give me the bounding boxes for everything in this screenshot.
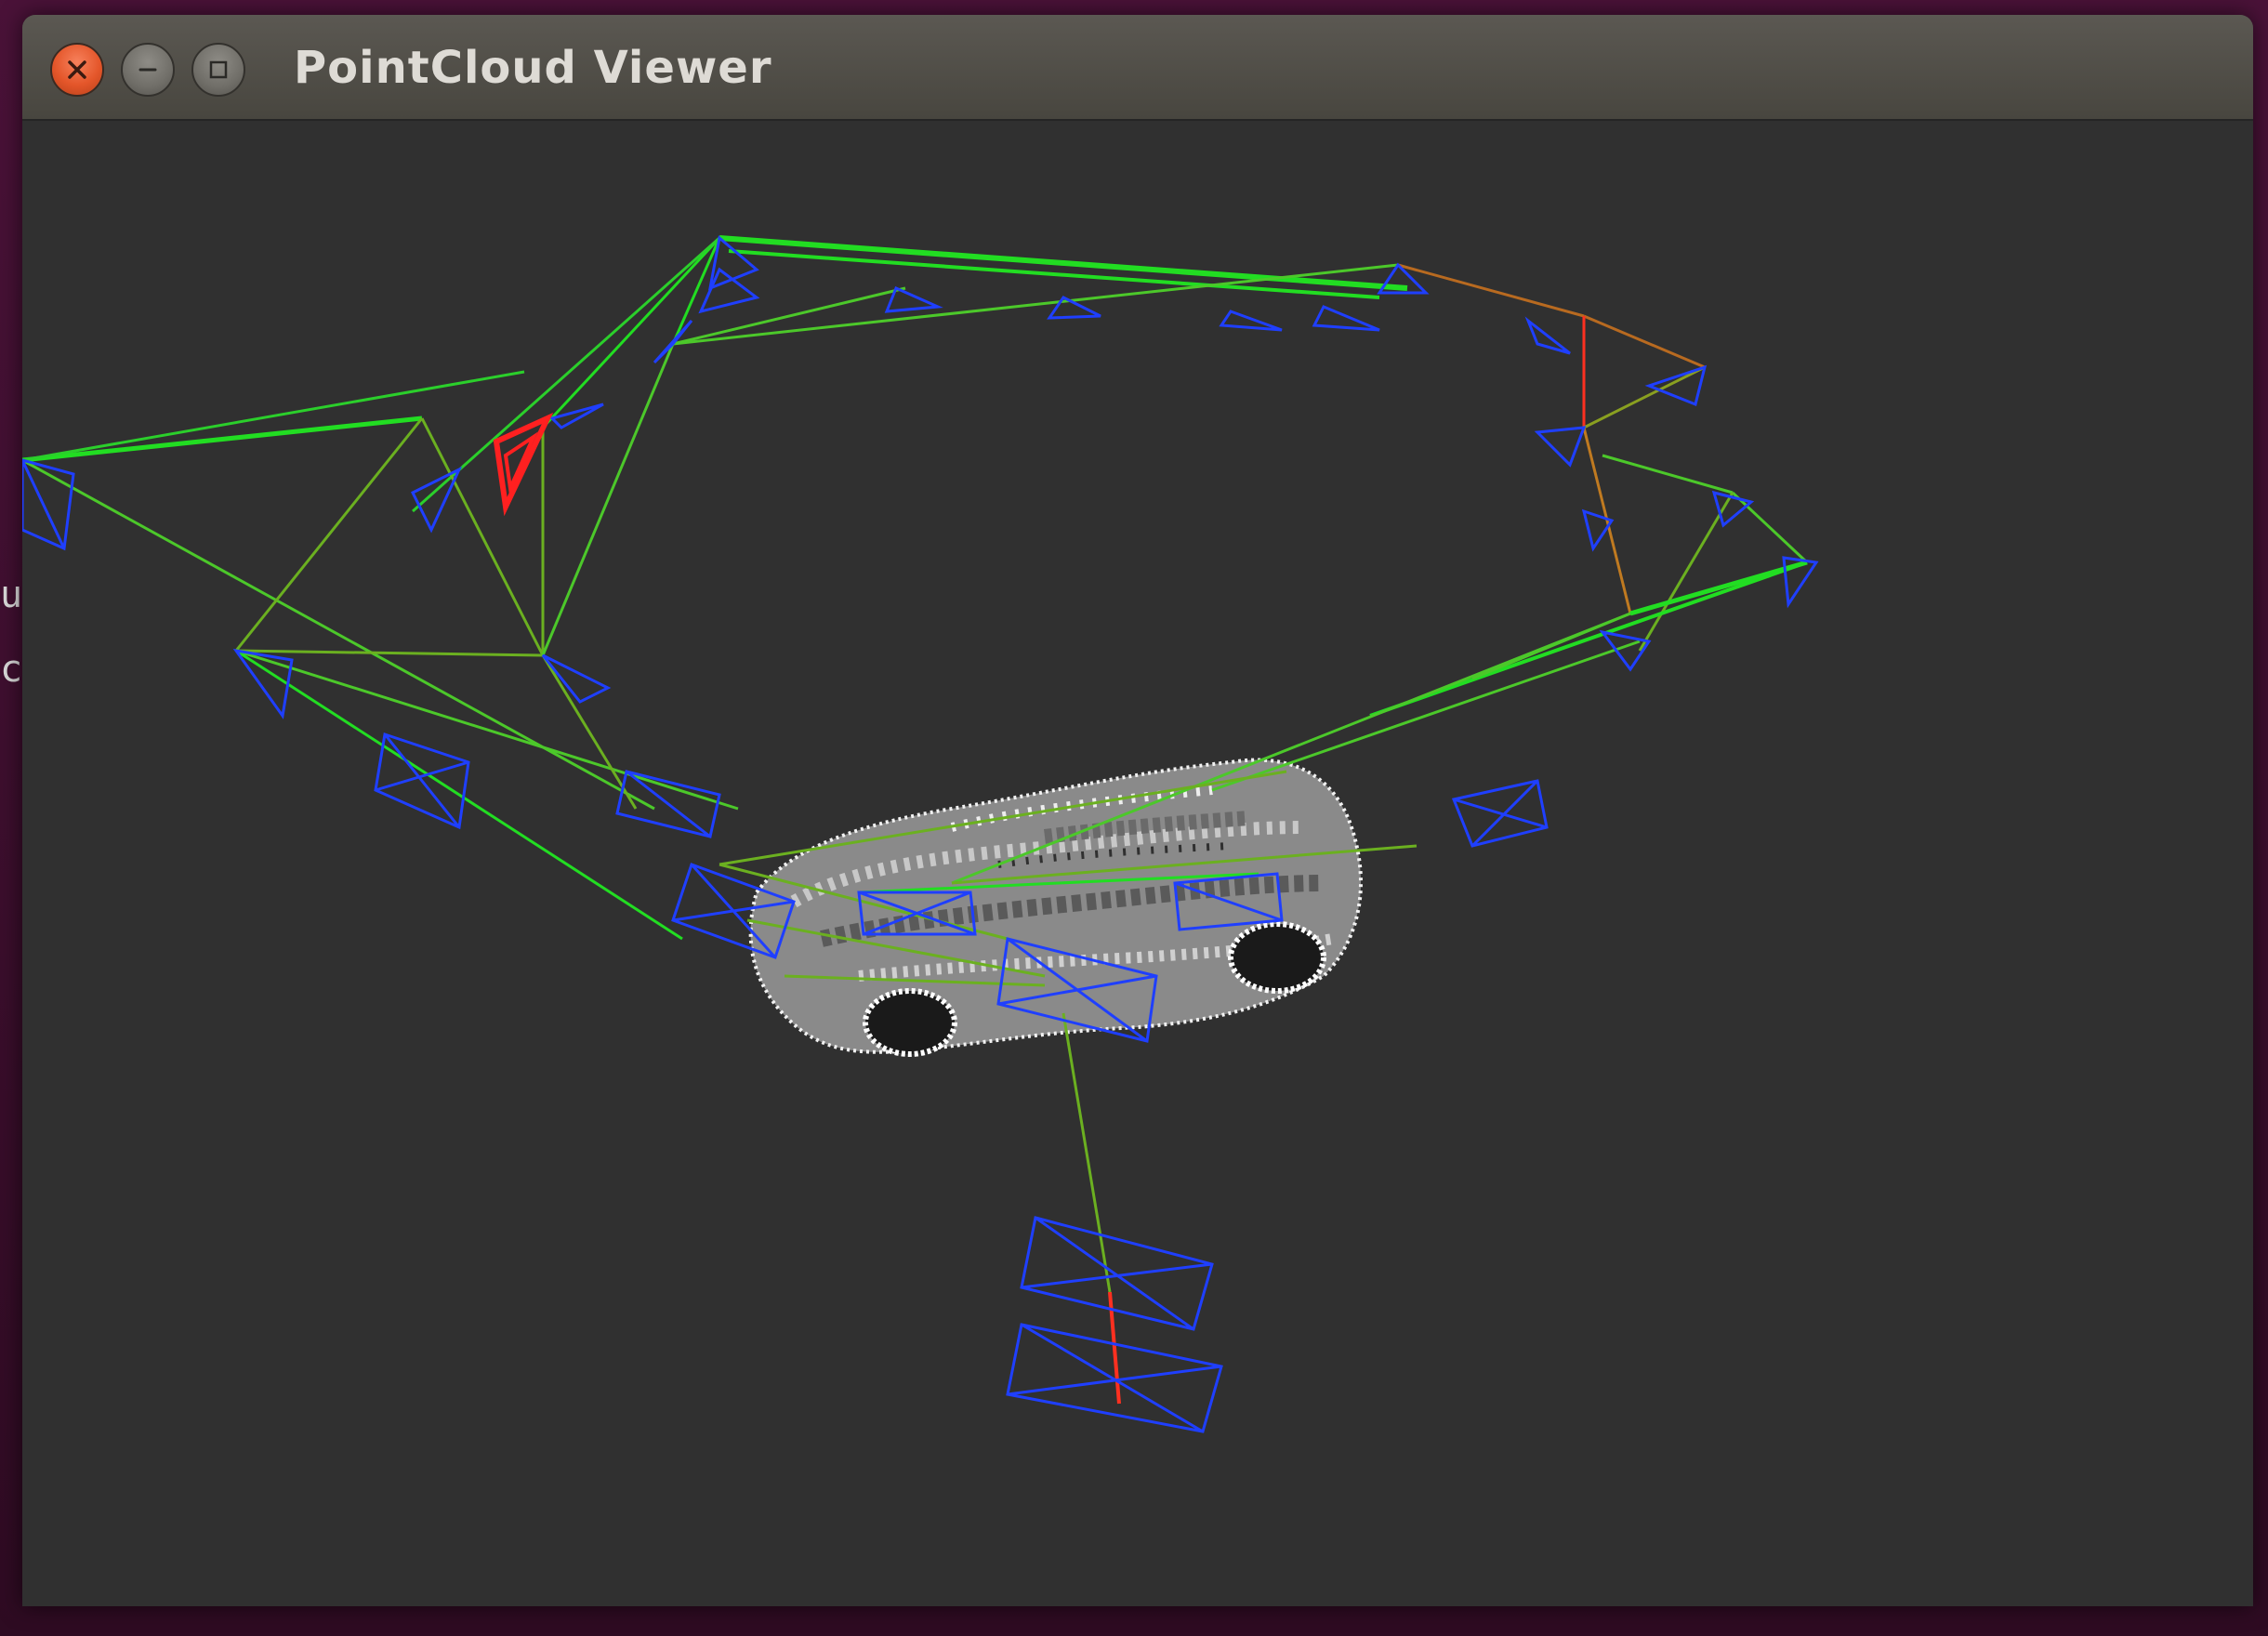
camera-frustum: [1524, 316, 1571, 355]
camera-frustum: [1312, 305, 1380, 332]
maximize-button[interactable]: [191, 43, 245, 97]
camera-frustum: [1711, 490, 1755, 528]
camera-frustum: [1020, 1216, 1214, 1331]
maximize-icon: [209, 60, 228, 79]
pointcloud-viewer-window: PointCloud Viewer: [22, 15, 2253, 1606]
background-terminal-text: u: [0, 576, 22, 614]
close-icon: [68, 60, 86, 79]
window-title: PointCloud Viewer: [294, 42, 772, 94]
camera-frustum: [541, 653, 612, 704]
camera-frustum: [884, 285, 943, 313]
camera-frustum: [1451, 779, 1549, 848]
camera-frustum: [698, 267, 760, 314]
window-titlebar[interactable]: PointCloud Viewer: [22, 15, 2253, 121]
3d-viewport[interactable]: [22, 121, 2253, 1606]
close-button[interactable]: [50, 43, 104, 97]
scene-canvas[interactable]: [22, 121, 2253, 1606]
camera-frustum: [1219, 310, 1283, 332]
background-terminal-text: c: [0, 651, 22, 688]
camera-frustum: [1534, 426, 1587, 468]
minimize-icon: [138, 68, 157, 72]
point-cloud-car: [748, 758, 1363, 1057]
minimize-button[interactable]: [121, 43, 175, 97]
